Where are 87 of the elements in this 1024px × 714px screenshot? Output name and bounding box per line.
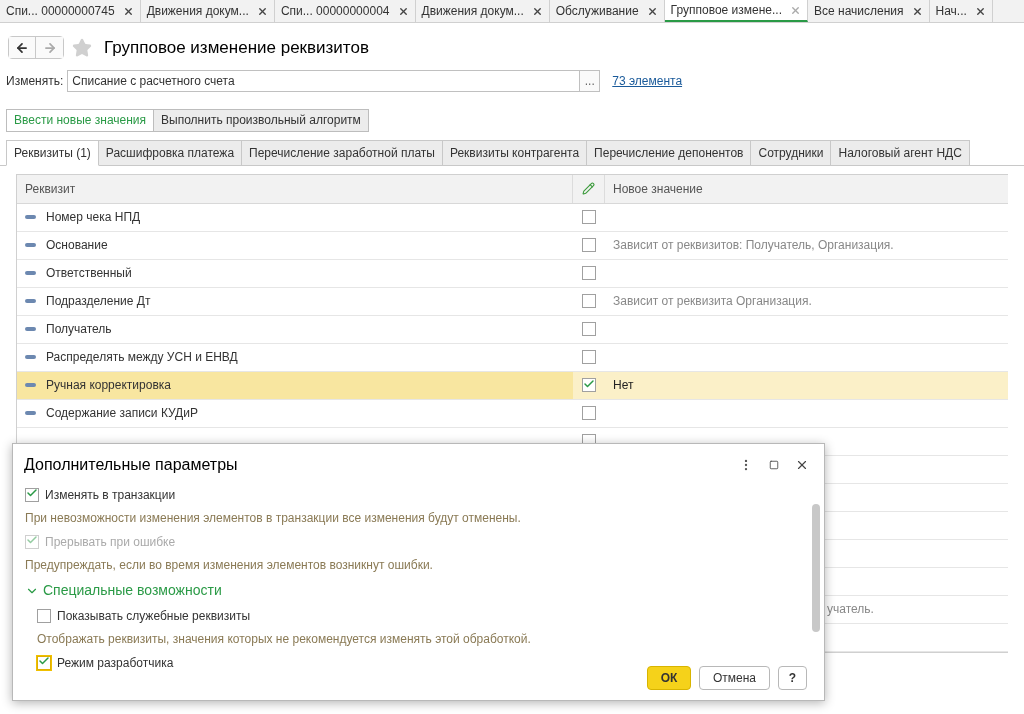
checkbox-label[interactable]: Изменять в транзакции (45, 485, 176, 504)
table-cell-text: Содержание записи КУДиР (46, 405, 198, 422)
close-icon[interactable] (397, 5, 409, 17)
mode-button[interactable]: Выполнить произвольный алгоритм (154, 108, 369, 132)
table-cell-text: Ответственный (46, 265, 132, 282)
back-button[interactable] (9, 37, 36, 59)
window-tab[interactable]: Все начисления (808, 0, 930, 22)
close-icon[interactable] (646, 5, 658, 17)
window-tab[interactable]: Движения докум... (140, 0, 275, 22)
field-label: Изменять: (6, 72, 64, 90)
tab[interactable]: Перечисление депонентов (587, 139, 752, 166)
table-row[interactable]: Получатель (17, 315, 1008, 344)
tab[interactable]: Расшифровка платежа (98, 139, 243, 166)
dash-icon (25, 215, 36, 219)
table-cell-text: учатель. (827, 601, 874, 618)
checkbox[interactable] (25, 487, 39, 502)
table-row[interactable]: Содержание записи КУДиР (17, 399, 1008, 428)
window-tab[interactable]: Групповое измене... (664, 0, 808, 22)
close-icon[interactable] (531, 5, 543, 17)
dash-icon (25, 411, 36, 415)
window-tab[interactable]: Обслуживание (549, 0, 665, 22)
star-icon[interactable] (72, 37, 92, 58)
window-tab[interactable]: Движения докум... (415, 0, 550, 22)
table-cell-text: Зависит от реквизита Организация. (612, 293, 813, 310)
table-cell-text: Ручная корректировка (46, 377, 171, 394)
tab[interactable]: Перечисление заработной платы (242, 139, 443, 166)
mode-button[interactable]: Ввести новые значения (6, 108, 155, 132)
pencil-icon (582, 182, 595, 195)
table-row[interactable]: Номер чека НПД (17, 203, 1008, 232)
window-tab[interactable]: Спи... 00000000745 (0, 0, 141, 22)
table-cell-text: Нет (612, 377, 635, 394)
tab[interactable]: Реквизиты (1) (6, 139, 99, 166)
table-cell-text: Распределять между УСН и ЕНВД (46, 349, 238, 366)
tab[interactable]: Налоговый агент НДС (831, 139, 970, 166)
dash-icon (25, 243, 36, 247)
table-row[interactable]: Ручная корректировка Нет (17, 371, 1008, 400)
checkbox[interactable] (582, 350, 596, 364)
checkbox[interactable] (582, 378, 596, 392)
dash-icon (25, 355, 36, 359)
window-tab[interactable]: Нач... (929, 0, 993, 22)
hint-text: Предупреждать, если во время изменения элементов возникнут ошибки. (25, 557, 434, 574)
close-icon[interactable] (911, 5, 923, 17)
select-button[interactable]: ... (580, 69, 601, 92)
help-button[interactable]: ? (778, 666, 807, 690)
dash-icon (25, 383, 36, 387)
table-row[interactable]: Основание Зависит от реквизитов: Получатель, Организация. (17, 231, 1008, 260)
maximize-icon[interactable] (769, 460, 779, 470)
checkbox[interactable] (37, 655, 51, 670)
hint-text: Отображать реквизиты, значения которых не рекомендуется изменять этой обработкой. (37, 631, 532, 648)
cancel-button[interactable]: Отмена (699, 666, 770, 690)
checkbox[interactable] (582, 238, 596, 252)
table-row[interactable]: Ответственный (17, 259, 1008, 288)
object-type-field[interactable]: Списание с расчетного счета (67, 69, 581, 92)
group-header[interactable]: Специальные возможности (25, 580, 800, 601)
table-cell-text: Получатель (46, 321, 112, 338)
close-icon[interactable] (795, 458, 809, 472)
elements-link[interactable]: 73 элемента (612, 71, 683, 90)
ok-button[interactable]: ОК (647, 666, 691, 690)
tab[interactable]: Сотрудники (751, 139, 832, 166)
column-header: Новое значение (612, 180, 704, 198)
close-icon[interactable] (974, 5, 986, 17)
checkbox[interactable] (37, 608, 51, 623)
page-title: Групповое изменение реквизитов (104, 37, 369, 59)
checkbox[interactable] (582, 210, 596, 224)
dialog-title: Дополнительные параметры (24, 455, 239, 475)
table-cell-text: Основание (46, 237, 108, 254)
dash-icon (25, 299, 36, 303)
dash-icon (25, 271, 36, 275)
checkbox-label[interactable]: Показывать служебные реквизиты (57, 606, 251, 625)
table-cell-text: Подразделение Дт (46, 293, 151, 310)
checkbox[interactable] (582, 322, 596, 336)
checkbox[interactable] (582, 294, 596, 308)
window-tab[interactable]: Спи... 00000000004 (274, 0, 416, 22)
checkbox[interactable] (582, 266, 596, 280)
column-header: Реквизит (17, 174, 573, 203)
dash-icon (25, 327, 36, 331)
table-cell-text: Номер чека НПД (46, 209, 141, 226)
table-row[interactable]: Подразделение Дт Зависит от реквизита Организация. (17, 287, 1008, 316)
checkbox[interactable] (582, 406, 596, 420)
table-cell-text: Зависит от реквизитов: Получатель, Организация. (612, 237, 895, 254)
hint-text: При невозможности изменения элементов в транзакции все изменения будут отменены. (25, 510, 522, 527)
close-icon[interactable] (256, 5, 268, 17)
checkbox-label[interactable]: Режим разработчика (57, 653, 174, 672)
table-row[interactable]: Распределять между УСН и ЕНВД (17, 343, 1008, 372)
tab[interactable]: Реквизиты контрагента (442, 139, 588, 166)
arrow-right-icon (42, 40, 57, 55)
close-icon[interactable] (122, 5, 134, 17)
